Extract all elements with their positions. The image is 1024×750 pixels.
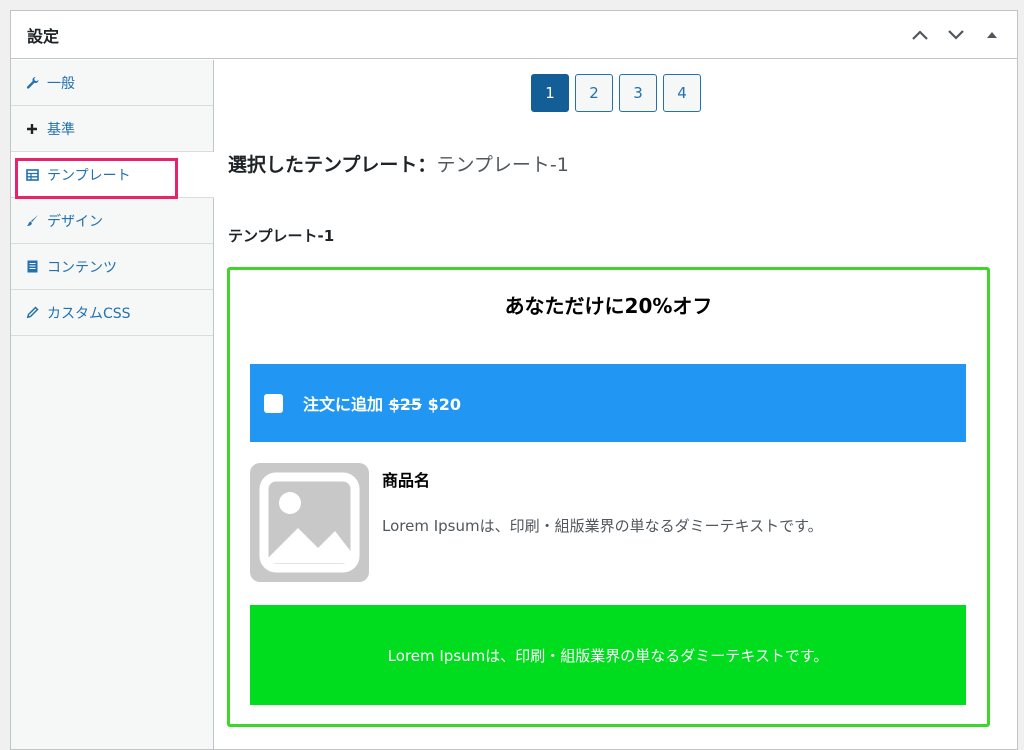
new-price: $20 [427,395,461,414]
old-price: $25 [388,395,422,414]
sidebar-item-design[interactable]: デザイン [11,198,213,244]
image-placeholder-icon [250,463,369,582]
page-button-2[interactable]: 2 [575,74,613,112]
offer-title: あなただけに20%オフ [504,294,713,318]
product-name: 商品名 [382,471,431,490]
brush-icon [25,214,39,228]
chevron-down-icon[interactable] [945,24,967,46]
template-preview[interactable]: あなただけに20%オフ 注文に追加 $25 $20 商品名 Lorem Ipsu… [227,267,990,727]
sidebar-item-label: コンテンツ [47,259,117,276]
template-heading: テンプレート-1 [228,227,335,245]
sidebar-item-label: デザイン [47,213,103,230]
page-button-4[interactable]: 4 [663,74,701,112]
selected-template-line: 選択したテンプレート：テンプレート-1 [228,150,569,177]
template-pager: 1 2 3 4 [215,74,1017,112]
wrench-icon [25,76,39,90]
sidebar-item-general[interactable]: 一般 [11,60,213,106]
table-icon [25,168,39,182]
document-icon [25,260,39,274]
chevron-up-icon[interactable] [909,24,931,46]
selected-template-label: 選択したテンプレート： [228,154,437,176]
product-block: 商品名 Lorem Ipsumは、印刷・組版業界の単なるダミーテキストです。 [250,463,966,583]
add-to-order-checkbox[interactable] [264,393,283,413]
plus-icon [25,122,39,136]
settings-sidebar: 一般 基準 テンプレート デザイン コンテンツ カスタムCSS [11,60,214,749]
page-button-1[interactable]: 1 [531,74,569,112]
add-to-order-bar: 注文に追加 $25 $20 [250,364,966,442]
sidebar-item-label: テンプレート [47,167,131,184]
cta-button[interactable]: Lorem Ipsumは、印刷・組版業界の単なるダミーテキストです。 [250,605,966,705]
main-content: 1 2 3 4 選択したテンプレート：テンプレート-1 テンプレート-1 あなた… [215,60,1017,749]
panel-header: 設定 [11,11,1017,59]
sidebar-item-label: 基準 [47,121,75,138]
selected-template-value: テンプレート-1 [436,154,569,176]
add-to-order-label: 注文に追加 [303,395,384,414]
panel-title: 設定 [27,26,60,46]
panel-body: 一般 基準 テンプレート デザイン コンテンツ カスタムCSS 1 2 3 4 … [11,60,1017,749]
sidebar-item-criteria[interactable]: 基準 [11,106,213,152]
pencil-icon [25,306,39,320]
add-to-order-text: 注文に追加 $25 $20 [303,391,461,415]
product-description: Lorem Ipsumは、印刷・組版業界の単なるダミーテキストです。 [382,517,823,535]
page-button-3[interactable]: 3 [619,74,657,112]
sidebar-item-template[interactable]: テンプレート [11,152,214,198]
settings-panel: 設定 一般 基準 テンプレート デザイン コンテンツ カスタムCSS 1 2 3… [10,10,1018,750]
collapse-triangle-icon[interactable] [981,24,1003,46]
sidebar-item-label: カスタムCSS [47,305,131,322]
header-controls [909,11,1003,59]
sidebar-item-contents[interactable]: コンテンツ [11,244,213,290]
sidebar-item-custom-css[interactable]: カスタムCSS [11,290,213,336]
sidebar-item-label: 一般 [47,75,75,92]
